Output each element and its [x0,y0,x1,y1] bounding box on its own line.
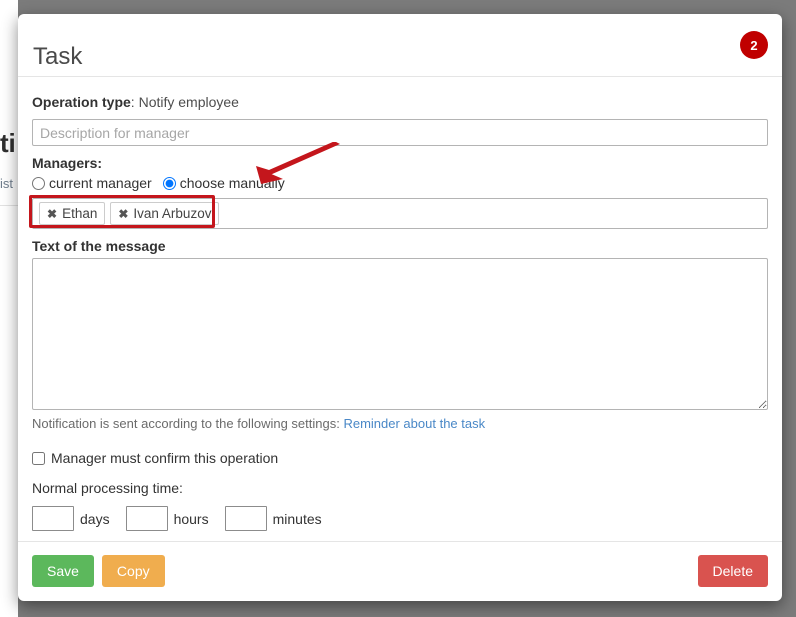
copy-button[interactable]: Copy [101,555,165,587]
radio-current-manager[interactable] [32,177,45,190]
modal-footer: Save Copy Delete [18,541,782,601]
background-heading: ti [0,128,16,158]
radio-option-choose-manually[interactable]: choose manually [162,175,285,192]
manager-token-label: Ivan Arbuzov [133,206,212,221]
manager-token[interactable]: ✖ Ivan Arbuzov [110,202,220,225]
confirm-operation-checkbox[interactable] [32,451,45,465]
radio-label-choose-manually: choose manually [179,175,285,191]
notification-note-text: Notification is sent according to the fo… [32,416,340,431]
operation-type-value: Notify employee [138,94,239,110]
processing-time-hours-input[interactable] [125,506,168,531]
modal-body: Operation type: Notify employee Managers… [18,77,782,541]
processing-time-minutes-input[interactable] [224,506,267,531]
managers-token-field[interactable]: ✖ Ethan ✖ Ivan Arbuzov [32,198,768,229]
processing-time-days-input[interactable] [32,506,74,531]
managers-token-field-wrap: ✖ Ethan ✖ Ivan Arbuzov [29,195,768,229]
operation-type-line: Operation type: Notify employee [32,93,768,111]
operation-type-separator: : [130,94,139,110]
task-modal: Task 2 Operation type: Notify employee M… [18,14,782,601]
delete-button[interactable]: Delete [697,555,768,587]
confirm-operation-label[interactable]: Manager must confirm this operation [51,449,278,467]
modal-header: Task 2 [18,14,782,77]
background-subtext: ist [0,176,13,191]
page-title: Task [33,43,83,70]
description-input[interactable] [32,119,768,146]
manager-mode-radio-group: current manager choose manually [32,175,768,192]
message-label: Text of the message [32,238,166,254]
processing-time-label: Normal processing time: [32,480,183,496]
status-badge: 2 [740,31,768,59]
radio-label-current-manager: current manager [49,175,152,191]
reminder-about-the-task-link[interactable]: Reminder about the task [343,416,485,431]
managers-label: Managers: [32,155,103,171]
save-button[interactable]: Save [32,555,94,587]
radio-choose-manually[interactable] [162,177,176,190]
background-divider [0,205,18,206]
processing-time-minutes-unit: minutes [272,510,322,527]
confirm-operation-row: Manager must confirm this operation [32,449,768,467]
remove-token-icon[interactable]: ✖ [118,208,128,220]
message-textarea[interactable] [32,258,768,410]
radio-option-current-manager[interactable]: current manager [32,175,152,192]
remove-token-icon[interactable]: ✖ [47,208,57,220]
processing-time-row: days hours minutes [32,506,768,531]
processing-time-hours-unit: hours [173,510,209,527]
processing-time-days-unit: days [80,510,110,527]
background-page-sheet [0,0,18,617]
operation-type-label: Operation type [32,94,131,110]
manager-token[interactable]: ✖ Ethan [39,202,106,225]
manager-token-label: Ethan [62,206,98,221]
notification-note: Notification is sent according to the fo… [32,415,768,432]
